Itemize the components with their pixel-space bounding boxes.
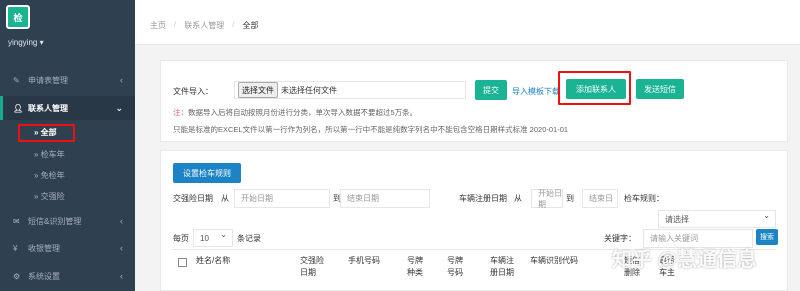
column-header[interactable]: 交强险日期: [300, 255, 330, 279]
from-label: 从: [221, 194, 229, 203]
submit-button[interactable]: 提交: [475, 80, 507, 100]
send-sms-button[interactable]: 发送短信: [636, 79, 684, 99]
user-menu[interactable]: yingying ▾: [8, 38, 44, 47]
gear-icon: ⚙: [13, 271, 21, 281]
top-bar: 主页 / 联系人管理 / 全部: [135, 0, 800, 45]
breadcrumb: 主页 / 联系人管理 / 全部: [150, 20, 258, 31]
import-note: 注：数据导入后将自动按照月份进行分类，单次导入数据不要超过5万条。: [173, 107, 417, 118]
reg-to-label: 到: [566, 194, 574, 203]
rule-label: 检车规则：: [624, 194, 664, 203]
select-all-checkbox[interactable]: [178, 258, 187, 267]
sidebar-item-contacts[interactable]: 👤︎ 联系人管理 ⌄: [0, 96, 135, 120]
user-icon: 👤︎: [13, 103, 24, 113]
sidebar-subitem-inspection[interactable]: » 检车年: [0, 145, 135, 164]
rule-select[interactable]: 请选择: [658, 210, 776, 228]
edit-icon: ✎: [13, 75, 20, 85]
highlight-box-add-contact: [558, 71, 631, 105]
sidebar-item-applications[interactable]: ✎ 申请表管理 ‹: [0, 68, 135, 92]
import-format-note: 只能是标准的EXCEL文件以第一行作为列名，所以第一行中不能是纯数字列名中不能包…: [173, 125, 569, 134]
page-size-select[interactable]: 10: [193, 229, 233, 247]
insurance-start-input[interactable]: 开始日期: [234, 189, 330, 208]
sidebar-item-settings[interactable]: ⚙ 系统设置 ‹: [0, 264, 135, 288]
sidebar-item-label: 系统设置: [28, 271, 60, 281]
reg-date-label: 车辆注册日期: [459, 194, 507, 203]
app-logo: 检: [6, 5, 30, 29]
per-page-label: 每页: [173, 234, 189, 243]
chevron-down-icon: ⌄: [115, 102, 123, 113]
sidebar-item-sms[interactable]: ✉ 短信&识别管理 ‹: [0, 209, 135, 233]
sidebar-item-label: 收银管理: [28, 243, 60, 253]
column-header[interactable]: 车辆识别代码: [530, 255, 578, 267]
records-label: 条记录: [237, 234, 261, 243]
file-input[interactable]: 选择文件 未选择任何文件: [234, 81, 466, 99]
note-text: 数据导入后将自动按照月份进行分类，单次导入数据不要超过5万条。: [188, 108, 418, 117]
watermark: 知乎 @慧通信息: [612, 249, 758, 271]
breadcrumb-section[interactable]: 联系人管理: [184, 20, 224, 31]
reg-from-label: 从: [514, 194, 522, 203]
column-header[interactable]: 姓名/名称: [196, 255, 230, 267]
insurance-date-label: 交强险日期: [173, 194, 213, 203]
insurance-end-input[interactable]: 结束日期: [340, 189, 430, 208]
highlight-box-all: [18, 124, 75, 142]
column-header[interactable]: 号牌种类: [407, 255, 429, 279]
reg-start-input[interactable]: 开始日期: [531, 189, 563, 209]
sidebar-subitem-exempt[interactable]: » 免检年: [0, 166, 135, 185]
reg-end-input[interactable]: 结束日: [582, 189, 618, 208]
no-file-text: 未选择任何文件: [281, 85, 337, 95]
template-download-link[interactable]: 导入模板下载: [512, 86, 560, 97]
chevron-left-icon: ‹: [120, 75, 123, 85]
breadcrumb-current: 全部: [242, 21, 259, 30]
note-star: 注：: [173, 108, 188, 117]
chevron-left-icon: ‹: [120, 243, 123, 253]
sidebar-subitem-insurance[interactable]: » 交强险: [0, 187, 135, 206]
search-button[interactable]: 搜索: [756, 229, 778, 245]
breadcrumb-separator: /: [232, 20, 235, 29]
choose-file-button[interactable]: 选择文件: [238, 82, 278, 98]
file-import-label: 文件导入：: [173, 87, 213, 96]
sidebar: 检 yingying ▾ ✎ 申请表管理 ‹ 👤︎ 联系人管理 ⌄ » 全部 »…: [0, 0, 135, 291]
chevron-left-icon: ‹: [120, 216, 123, 226]
breadcrumb-home[interactable]: 主页: [150, 20, 166, 31]
column-header[interactable]: 手机号码: [348, 255, 380, 267]
chevron-left-icon: ‹: [120, 271, 123, 281]
sidebar-item-label: 申请表管理: [28, 75, 68, 85]
sidebar-item-label: 短信&识别管理: [28, 216, 82, 226]
breadcrumb-separator: /: [174, 20, 177, 29]
sidebar-item-label: 联系人管理: [28, 103, 68, 113]
set-rule-button[interactable]: 设置检车规则: [173, 163, 241, 183]
envelope-icon: ✉: [13, 216, 20, 226]
sidebar-item-cashier[interactable]: ¥ 收银管理 ‹: [0, 236, 135, 260]
yen-icon: ¥: [13, 243, 18, 253]
column-header[interactable]: 车辆注册日期: [490, 255, 520, 279]
column-header[interactable]: 号牌号码: [447, 255, 469, 279]
